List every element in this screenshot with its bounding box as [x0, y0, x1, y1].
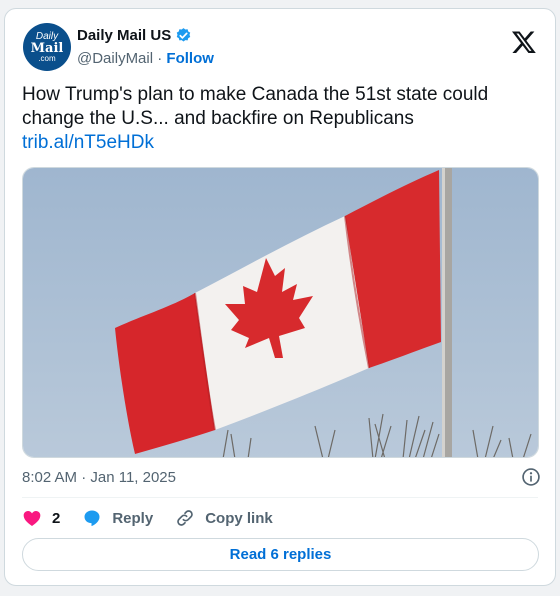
handle-separator: ·	[153, 50, 167, 67]
action-bar: 2 Reply Copy link	[22, 507, 295, 529]
tweet-timestamp[interactable]: 8:02 AM · Jan 11, 2025	[22, 469, 176, 486]
read-replies-label: Read 6 replies	[229, 546, 332, 563]
tweet-meta: 8:02 AM · Jan 11, 2025	[22, 467, 541, 487]
account-name[interactable]: Daily Mail US	[77, 27, 171, 44]
tweet-photo[interactable]	[22, 167, 539, 458]
name-row: Daily Mail US	[77, 27, 192, 44]
heart-icon	[23, 511, 41, 526]
tweet-text-block: How Trump's plan to make Canada the 51st…	[22, 83, 542, 155]
account-handle[interactable]: @DailyMail	[77, 50, 153, 67]
copy-link-button[interactable]: Copy link	[175, 508, 273, 528]
tweet-card: Daily Mail .com Daily Mail US @DailyMail…	[4, 8, 556, 586]
tweet-link[interactable]: trib.al/nT5eHDk	[22, 131, 542, 155]
read-replies-button[interactable]: Read 6 replies	[22, 538, 539, 571]
verified-badge-icon	[176, 28, 191, 42]
avatar-text-daily: Daily	[35, 30, 59, 42]
reply-button[interactable]: Reply	[82, 508, 153, 528]
like-button[interactable]: 2	[22, 508, 60, 528]
info-icon[interactable]	[521, 467, 541, 487]
reply-bubble-icon	[84, 510, 100, 527]
handle-row: @DailyMail · Follow	[77, 50, 214, 67]
canadian-flag-photo	[23, 168, 538, 457]
avatar-text-dotcom: .com	[38, 53, 56, 63]
divider	[22, 497, 538, 498]
follow-button[interactable]: Follow	[166, 50, 214, 67]
avatar-text-mail: Mail	[30, 40, 64, 56]
x-logo-icon[interactable]	[511, 29, 537, 55]
flagpole-highlight	[442, 168, 445, 457]
tweet-header: Daily Mail .com Daily Mail US @DailyMail…	[21, 21, 539, 73]
reply-label: Reply	[112, 509, 154, 527]
link-icon	[177, 510, 193, 526]
copy-link-label: Copy link	[205, 509, 273, 527]
avatar[interactable]: Daily Mail .com	[23, 23, 71, 71]
tweet-text: How Trump's plan to make Canada the 51st…	[22, 84, 489, 129]
like-count: 2	[52, 509, 61, 527]
